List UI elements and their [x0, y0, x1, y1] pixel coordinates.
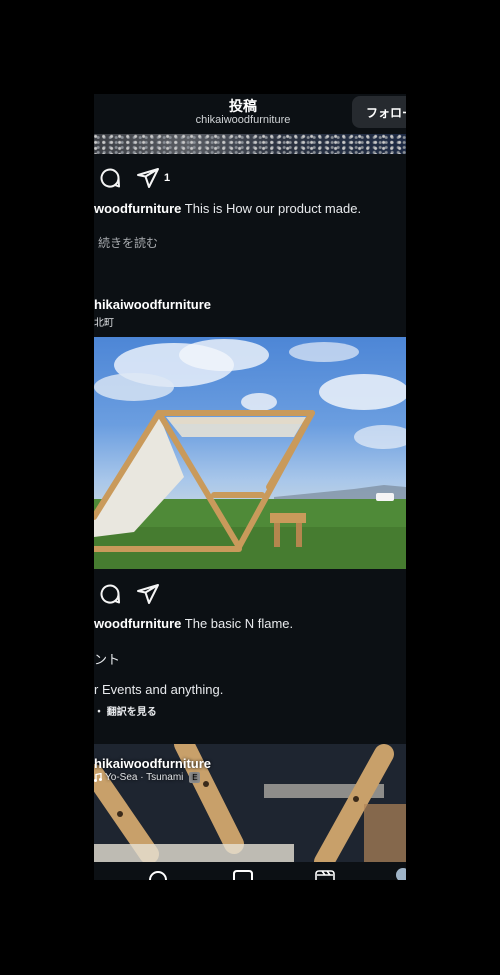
music-label: Yo-Sea · Tsunami	[105, 772, 184, 783]
frame-photo-illustration	[94, 339, 406, 569]
music-info[interactable]: Yo-Sea · Tsunami E	[94, 772, 201, 783]
comment-icon[interactable]	[98, 166, 122, 190]
page-title: 投稿	[229, 98, 257, 114]
caption-username[interactable]: woodfurniture	[94, 201, 181, 216]
explicit-badge: E	[189, 772, 201, 783]
post-location[interactable]: 北町	[94, 314, 114, 329]
caption-text: The basic N flame.	[181, 616, 294, 631]
music-icon	[94, 773, 102, 782]
search-icon[interactable]	[148, 870, 168, 880]
caption-username[interactable]: woodfurniture	[94, 616, 181, 631]
reels-icon[interactable]	[314, 870, 336, 880]
post-username[interactable]: hikaiwoodfurniture	[94, 297, 211, 312]
caption-line: ント	[94, 652, 121, 667]
follow-button[interactable]: フォロー	[352, 96, 406, 128]
translate-link[interactable]: ・ 翻訳を見る	[94, 703, 157, 718]
bottom-nav	[94, 862, 406, 880]
read-more-link[interactable]: 続きを読む	[98, 234, 158, 251]
follow-button-label: フォロー	[366, 105, 406, 120]
phone-screen: 投稿 chikaiwoodfurniture フォロー 1 woodfurnit…	[94, 94, 406, 880]
create-icon[interactable]	[232, 870, 254, 880]
share-count: 1	[164, 172, 171, 184]
share-icon[interactable]	[136, 166, 160, 190]
caption-line: r Events and anything.	[94, 682, 224, 697]
comment-icon[interactable]	[98, 582, 122, 606]
post-caption: woodfurniture This is How our product ma…	[94, 201, 361, 216]
post-caption: woodfurniture The basic N flame.	[94, 616, 293, 631]
post-image-top[interactable]	[94, 134, 406, 154]
share-icon[interactable]	[136, 582, 160, 606]
profile-avatar[interactable]	[396, 868, 406, 880]
post-photo[interactable]	[94, 337, 406, 569]
post-username[interactable]: hikaiwoodfurniture	[94, 756, 211, 771]
page-subtitle: chikaiwoodfurniture	[195, 114, 291, 126]
caption-text: This is How our product made.	[181, 201, 362, 216]
